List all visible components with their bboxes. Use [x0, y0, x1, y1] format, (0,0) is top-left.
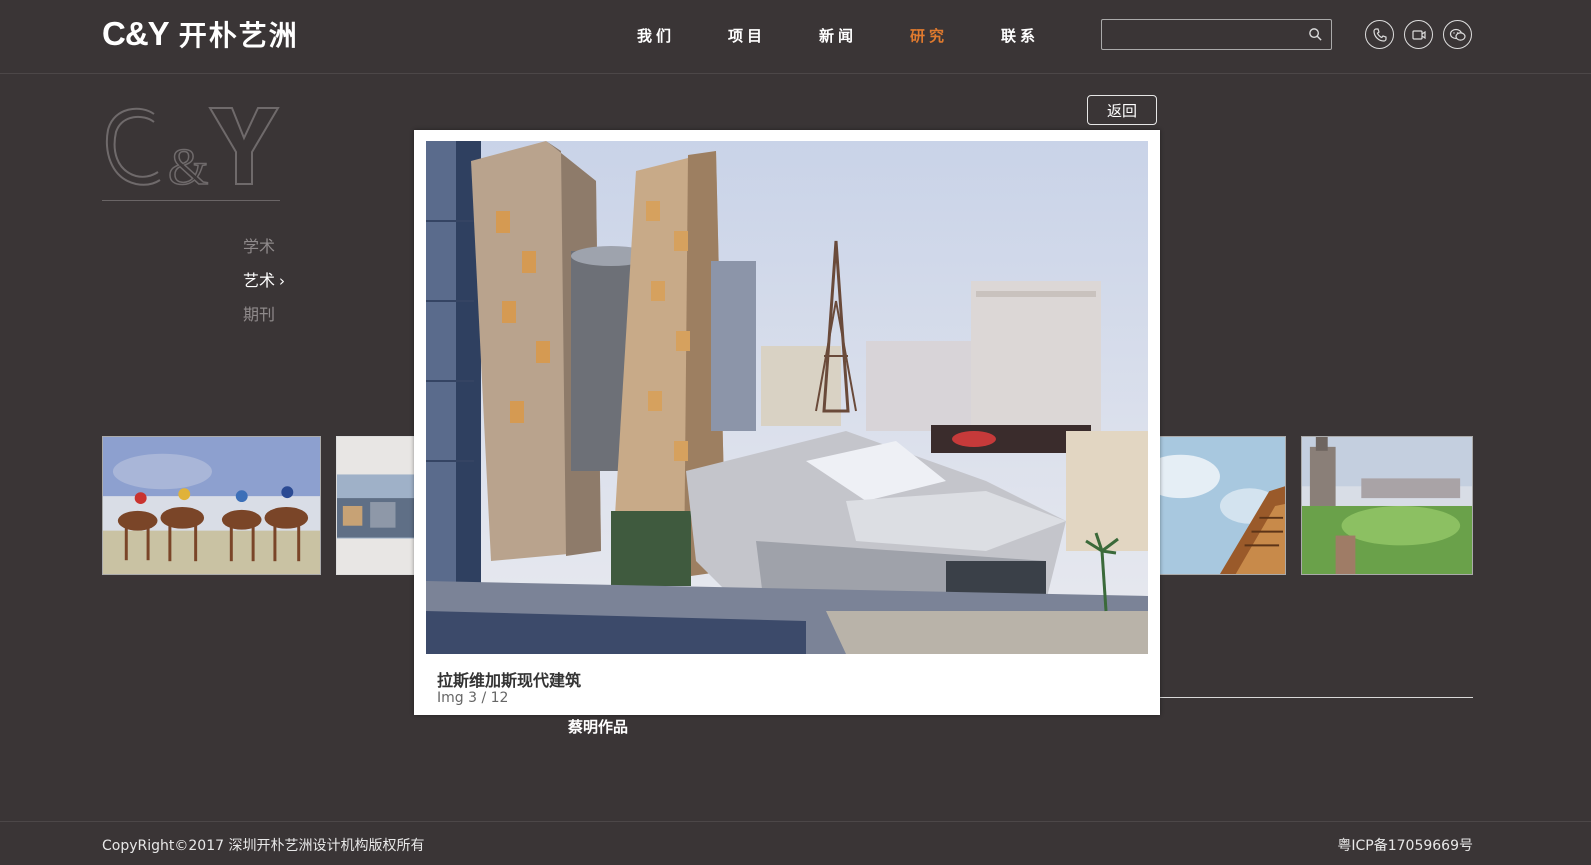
subnav-item-journal[interactable]: 期刊: [243, 298, 285, 332]
nav-item-projects[interactable]: 项目: [728, 24, 819, 48]
nav-item-contact[interactable]: 联系: [1001, 24, 1092, 48]
video-icon[interactable]: [1404, 20, 1433, 49]
lightbox-counter: Img 3 / 12: [437, 690, 509, 706]
album-title: 蔡明作品: [568, 718, 629, 736]
back-button[interactable]: 返回: [1087, 95, 1157, 125]
svg-text:&: &: [168, 139, 208, 192]
chevron-right-icon: ›: [279, 272, 286, 290]
big-logo-outline: &: [105, 107, 280, 192]
logo-text: 开朴艺洲: [178, 19, 299, 52]
nav-item-news[interactable]: 新闻: [819, 24, 910, 48]
phone-icon[interactable]: [1365, 20, 1394, 49]
lightbox-title: 拉斯维加斯现代建筑: [437, 671, 582, 690]
lightbox: 拉斯维加斯现代建筑 Img 3 / 12: [414, 130, 1160, 715]
thumbnail-harbor[interactable]: [336, 436, 416, 575]
site-logo[interactable]: C&Y 开朴艺洲: [102, 15, 299, 53]
thumbnail-horse-racing[interactable]: [102, 436, 321, 575]
thumbnail-central-park[interactable]: [1301, 436, 1473, 575]
research-subnav: 学术 艺术 › 期刊: [243, 230, 285, 332]
search-icon[interactable]: [1308, 27, 1323, 42]
big-logo-divider: [102, 200, 280, 201]
search-box: [1101, 19, 1332, 50]
subnav-item-art[interactable]: 艺术 ›: [243, 264, 285, 298]
lightbox-image[interactable]: [426, 141, 1148, 654]
site-header: C&Y 开朴艺洲 我们 项目 新闻 研究 联系: [0, 0, 1591, 74]
thumbnail-tower-stairs[interactable]: [1150, 436, 1286, 575]
copyright-text: CopyRight©2017 深圳开朴艺洲设计机构版权所有: [102, 838, 425, 854]
subnav-item-academic[interactable]: 学术: [243, 230, 285, 264]
search-input[interactable]: [1108, 24, 1298, 45]
site-footer: CopyRight©2017 深圳开朴艺洲设计机构版权所有 粤ICP备17059…: [0, 821, 1591, 865]
social-links: [1365, 20, 1472, 49]
caption-divider: [1150, 697, 1473, 698]
nav-item-about[interactable]: 我们: [637, 24, 728, 48]
main-nav: 我们 项目 新闻 研究 联系: [637, 24, 1092, 48]
wechat-icon[interactable]: [1443, 20, 1472, 49]
logo-mark: C&Y: [102, 15, 170, 52]
nav-item-research[interactable]: 研究: [910, 24, 1001, 48]
icp-link[interactable]: 粤ICP备17059669号: [1337, 835, 1473, 855]
